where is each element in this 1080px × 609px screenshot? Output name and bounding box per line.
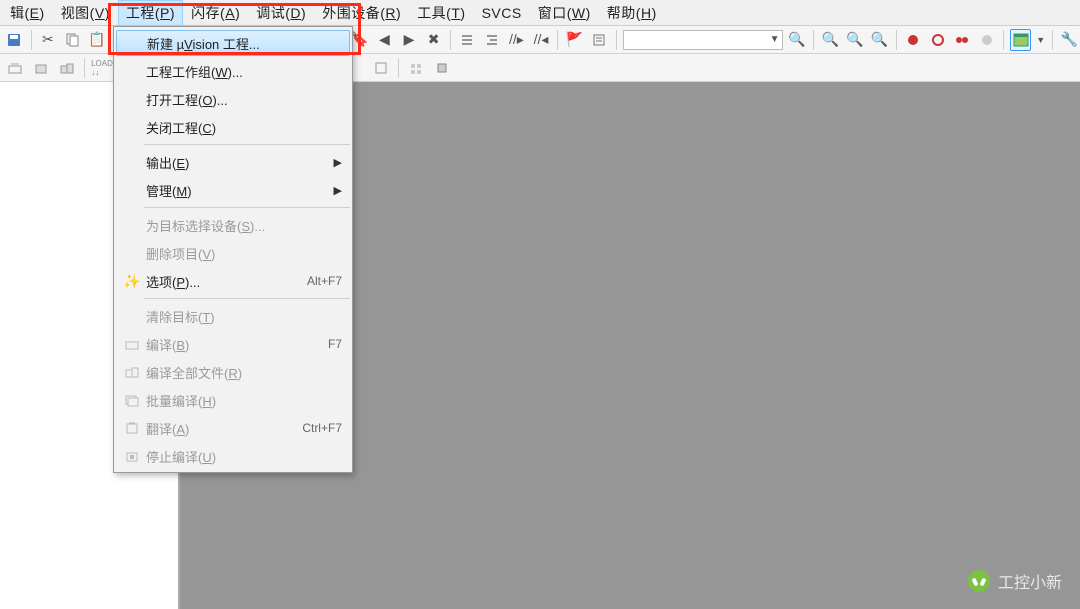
zoom-reset-icon[interactable]: 🔍 xyxy=(869,29,890,51)
build-all-icon xyxy=(118,365,146,379)
rebuild-icon[interactable] xyxy=(56,57,78,79)
menu-translate[interactable]: 翻译(A) Ctrl+F7 xyxy=(114,414,352,442)
menu-new-uvision-project[interactable]: 新建 µVision 工程... xyxy=(116,30,350,56)
menu-remove-item[interactable]: 删除项目(V) xyxy=(114,239,352,267)
menu-select-device[interactable]: 为目标选择设备(S)... xyxy=(114,211,352,239)
separator xyxy=(31,30,32,50)
search-combo[interactable]: ▼ xyxy=(623,30,783,50)
chevron-down-icon: ▼ xyxy=(770,34,780,45)
menu-edit[interactable]: 辑(E) xyxy=(2,0,53,26)
menu-open-project[interactable]: 打开工程(O)... xyxy=(114,85,352,113)
wand-icon: ✨ xyxy=(118,273,146,290)
cut-icon[interactable]: ✂ xyxy=(38,29,59,51)
target-options-icon[interactable] xyxy=(370,57,392,79)
uncomment-icon[interactable]: //◂ xyxy=(531,29,552,51)
menu-close-project[interactable]: 关闭工程(C) xyxy=(114,113,352,141)
wechat-icon xyxy=(968,570,990,592)
project-menu-dropdown: 新建 µVision 工程... 工程工作组(W)... 打开工程(O)... … xyxy=(113,26,353,473)
menu-separator xyxy=(144,298,350,299)
chevron-down-icon[interactable]: ▼ xyxy=(1035,29,1046,51)
config-icon[interactable] xyxy=(589,29,610,51)
bookmark-prev-icon[interactable]: ◀ xyxy=(374,29,395,51)
translate-icon xyxy=(118,421,146,435)
menu-tools[interactable]: 工具(T) xyxy=(409,0,473,26)
load-icon[interactable]: LOAD↓↓ xyxy=(91,57,113,79)
project-window-icon[interactable] xyxy=(1010,29,1031,51)
menu-batch-build[interactable]: 批量编译(H) xyxy=(114,386,352,414)
menu-debug[interactable]: 调试(D) xyxy=(248,0,314,26)
bookmark-next-icon[interactable]: ▶ xyxy=(399,29,420,51)
menubar: 辑(E) 视图(V) 工程(P) 闪存(A) 调试(D) 外围设备(R) 工具(… xyxy=(0,0,1080,26)
comment-icon[interactable]: //▸ xyxy=(506,29,527,51)
components-icon[interactable] xyxy=(431,57,453,79)
menu-peripherals[interactable]: 外围设备(R) xyxy=(314,0,409,26)
manage-icon[interactable] xyxy=(405,57,427,79)
menu-project-workspace[interactable]: 工程工作组(W)... xyxy=(114,57,352,85)
breakpoint-icon[interactable] xyxy=(928,29,949,51)
zoom-in-icon[interactable]: 🔍 xyxy=(820,29,841,51)
bookmark-clear-icon[interactable]: ✖ xyxy=(423,29,444,51)
zoom-out-icon[interactable]: 🔍 xyxy=(845,29,866,51)
menu-export[interactable]: 输出(E) ▶ xyxy=(114,148,352,176)
menu-options[interactable]: ✨ 选项(P)... Alt+F7 xyxy=(114,267,352,295)
separator xyxy=(450,30,451,50)
watermark-text: 工控小新 xyxy=(998,569,1062,593)
watermark: 工控小新 xyxy=(968,569,1062,593)
separator xyxy=(1052,30,1053,50)
submenu-arrow-icon: ▶ xyxy=(334,156,342,169)
menu-svcs[interactable]: SVCS xyxy=(474,2,530,24)
search-icon[interactable]: 🔍 xyxy=(787,29,808,51)
menu-separator xyxy=(144,144,350,145)
build-icon xyxy=(118,337,146,351)
menu-flash[interactable]: 闪存(A) xyxy=(183,0,248,26)
menu-window[interactable]: 窗口(W) xyxy=(530,0,599,26)
breakpoints-icon[interactable] xyxy=(952,29,973,51)
submenu-arrow-icon: ▶ xyxy=(334,184,342,197)
menu-clean-target[interactable]: 清除目标(T) xyxy=(114,302,352,330)
menu-stop-build[interactable]: 停止编译(U) xyxy=(114,442,352,470)
menu-separator xyxy=(144,207,350,208)
wrench-icon[interactable]: 🔧 xyxy=(1059,29,1080,51)
debug-icon[interactable] xyxy=(903,29,924,51)
separator xyxy=(1003,30,1004,50)
separator xyxy=(813,30,814,50)
batch-icon xyxy=(118,393,146,407)
stop-icon xyxy=(118,449,146,463)
menu-manage[interactable]: 管理(M) ▶ xyxy=(114,176,352,204)
copy-icon[interactable] xyxy=(62,29,83,51)
menu-view[interactable]: 视图(V) xyxy=(53,0,118,26)
save-icon[interactable] xyxy=(4,29,25,51)
find-icon[interactable]: 🚩 xyxy=(564,29,585,51)
separator xyxy=(616,30,617,50)
separator xyxy=(84,58,85,78)
disable-bp-icon[interactable] xyxy=(977,29,998,51)
menu-rebuild-all[interactable]: 编译全部文件(R) xyxy=(114,358,352,386)
translate-icon[interactable] xyxy=(4,57,26,79)
menu-build[interactable]: 编译(B) F7 xyxy=(114,330,352,358)
separator xyxy=(557,30,558,50)
build-icon[interactable] xyxy=(30,57,52,79)
menu-project[interactable]: 工程(P) xyxy=(118,0,183,26)
separator xyxy=(896,30,897,50)
paste-icon[interactable]: 📋 xyxy=(87,29,108,51)
indent-left-icon[interactable] xyxy=(457,29,478,51)
menu-help[interactable]: 帮助(H) xyxy=(599,0,665,26)
separator xyxy=(398,58,399,78)
indent-right-icon[interactable] xyxy=(482,29,503,51)
